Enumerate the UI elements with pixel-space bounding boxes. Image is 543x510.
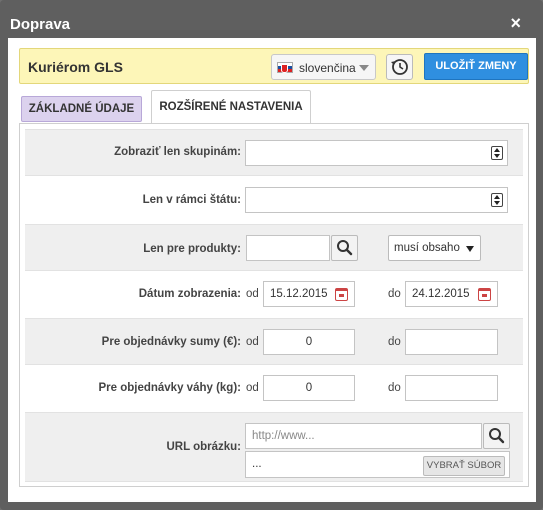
state-select[interactable] bbox=[245, 187, 508, 213]
tab-extended-settings[interactable]: ROZŠÍRENÉ NASTAVENIA bbox=[151, 90, 311, 124]
slovak-flag-icon bbox=[277, 62, 293, 73]
url-input[interactable]: http://www... bbox=[245, 423, 482, 449]
date-label: Dátum zobrazenia: bbox=[138, 288, 241, 300]
row-groups: Zobraziť len skupinám: bbox=[25, 129, 523, 176]
groups-select[interactable] bbox=[245, 140, 508, 166]
date-to-label: do bbox=[388, 288, 401, 300]
chevron-down-icon bbox=[466, 246, 474, 252]
groups-label: Zobraziť len skupinám: bbox=[114, 146, 241, 158]
carrier-name: Kuriérom GLS bbox=[28, 59, 123, 75]
carrier-header: Kuriérom GLS slovenčina ULOŽIŤ ZMENY bbox=[19, 48, 529, 84]
sum-from-label: od bbox=[246, 336, 259, 348]
url-search-button[interactable] bbox=[483, 423, 510, 449]
save-changes-button[interactable]: ULOŽIŤ ZMENY bbox=[424, 53, 528, 80]
weight-from-input[interactable]: 0 bbox=[263, 375, 355, 401]
products-search-button[interactable] bbox=[331, 235, 358, 261]
products-input[interactable] bbox=[246, 235, 330, 261]
sum-label: Pre objednávky sumy (€): bbox=[101, 336, 241, 348]
weight-from-label: od bbox=[246, 382, 259, 394]
row-state: Len v rámci štátu: bbox=[25, 176, 523, 224]
date-from-value: 15.12.2015 bbox=[270, 288, 328, 300]
chevron-down-icon bbox=[359, 65, 369, 71]
spinner-icon bbox=[491, 193, 503, 207]
row-dates: Dátum zobrazenia: od 15.12.2015 do 24.12… bbox=[25, 271, 523, 318]
language-label: slovenčina bbox=[299, 61, 356, 75]
sum-from-input[interactable]: 0 bbox=[263, 329, 355, 355]
shipping-dialog: Doprava × Kuriérom GLS slovenčina ULOŽIŤ… bbox=[0, 0, 543, 510]
url-label: URL obrázku: bbox=[166, 441, 241, 453]
sum-to-label: do bbox=[388, 336, 401, 348]
weight-label: Pre objednávky váhy (kg): bbox=[98, 382, 241, 394]
browse-file-button[interactable]: VYBRAŤ SÚBOR bbox=[423, 456, 505, 476]
calendar-icon[interactable] bbox=[335, 288, 348, 301]
row-weight: Pre objednávky váhy (kg): od 0 do bbox=[25, 365, 523, 412]
date-to-value: 24.12.2015 bbox=[412, 288, 470, 300]
history-button[interactable] bbox=[386, 54, 413, 80]
close-icon[interactable]: × bbox=[510, 14, 521, 32]
search-icon bbox=[489, 428, 505, 444]
row-image-url: URL obrázku: http://www... ... VYBRAŤ SÚ… bbox=[25, 412, 523, 482]
history-icon bbox=[391, 59, 408, 75]
spinner-icon bbox=[491, 146, 503, 160]
dialog-body: Kuriérom GLS slovenčina ULOŽIŤ ZMENY ZÁK… bbox=[8, 38, 536, 502]
language-select[interactable]: slovenčina bbox=[271, 54, 376, 80]
sum-to-input[interactable] bbox=[405, 329, 498, 355]
file-value: ... bbox=[252, 458, 262, 470]
products-label: Len pre produkty: bbox=[143, 243, 241, 255]
state-label: Len v rámci štátu: bbox=[142, 194, 241, 206]
file-input[interactable]: ... VYBRAŤ SÚBOR bbox=[245, 451, 510, 478]
products-mode-select[interactable]: musí obsaho bbox=[388, 235, 481, 261]
dialog-title: Doprava bbox=[10, 16, 71, 33]
weight-to-label: do bbox=[388, 382, 401, 394]
date-from-input[interactable]: 15.12.2015 bbox=[263, 281, 355, 307]
date-to-input[interactable]: 24.12.2015 bbox=[405, 281, 498, 307]
extended-settings-panel: Zobraziť len skupinám: Len v rámci štátu… bbox=[19, 123, 529, 487]
row-products: Len pre produkty: musí obsaho bbox=[25, 224, 523, 271]
search-icon bbox=[337, 240, 353, 256]
weight-to-input[interactable] bbox=[405, 375, 498, 401]
products-mode-value: musí obsaho bbox=[394, 242, 460, 254]
calendar-icon[interactable] bbox=[478, 288, 491, 301]
row-sum: Pre objednávky sumy (€): od 0 do bbox=[25, 318, 523, 365]
tab-basic-info[interactable]: ZÁKLADNÉ ÚDAJE bbox=[21, 96, 142, 122]
date-from-label: od bbox=[246, 288, 259, 300]
